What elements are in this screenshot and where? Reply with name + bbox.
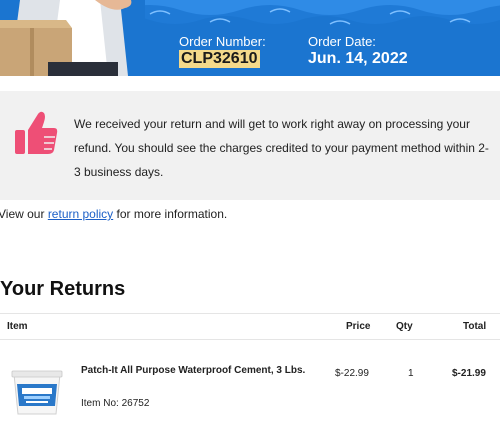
- order-date-value: Jun. 14, 2022: [308, 50, 408, 67]
- column-header-item: Item: [7, 321, 28, 332]
- product-price: $-22.99: [335, 368, 369, 379]
- product-item-number: Item No: 26752: [81, 398, 150, 409]
- product-qty: 1: [408, 368, 414, 379]
- returns-table-header: Item Price Qty Total: [0, 313, 500, 340]
- product-total: $-21.99: [452, 368, 486, 379]
- product-image: [11, 370, 63, 415]
- policy-prefix: View our: [0, 207, 48, 221]
- order-header: Order Number: CLP32610 Order Date: Jun. …: [0, 0, 500, 76]
- your-returns-heading: Your Returns: [0, 278, 126, 300]
- order-date-label: Order Date:: [308, 34, 376, 49]
- delivery-person-image: [0, 0, 145, 76]
- return-notice-text: We received your return and will get to …: [74, 117, 489, 179]
- product-name[interactable]: Patch-It All Purpose Waterproof Cement, …: [81, 363, 311, 379]
- order-number-value: CLP32610: [179, 50, 260, 68]
- return-policy-link[interactable]: return policy: [48, 207, 113, 221]
- order-number: Order Number: CLP32610: [179, 34, 266, 68]
- column-header-total: Total: [463, 321, 487, 332]
- column-header-price: Price: [346, 321, 371, 332]
- policy-suffix: for more information.: [113, 207, 228, 221]
- table-row: [0, 340, 500, 435]
- order-number-label: Order Number:: [179, 34, 266, 49]
- column-header-qty: Qty: [396, 321, 413, 332]
- order-date: Order Date: Jun. 14, 2022: [308, 34, 408, 68]
- thumbs-up-icon: [15, 111, 58, 154]
- return-policy-line: View our return policy for more informat…: [0, 207, 227, 221]
